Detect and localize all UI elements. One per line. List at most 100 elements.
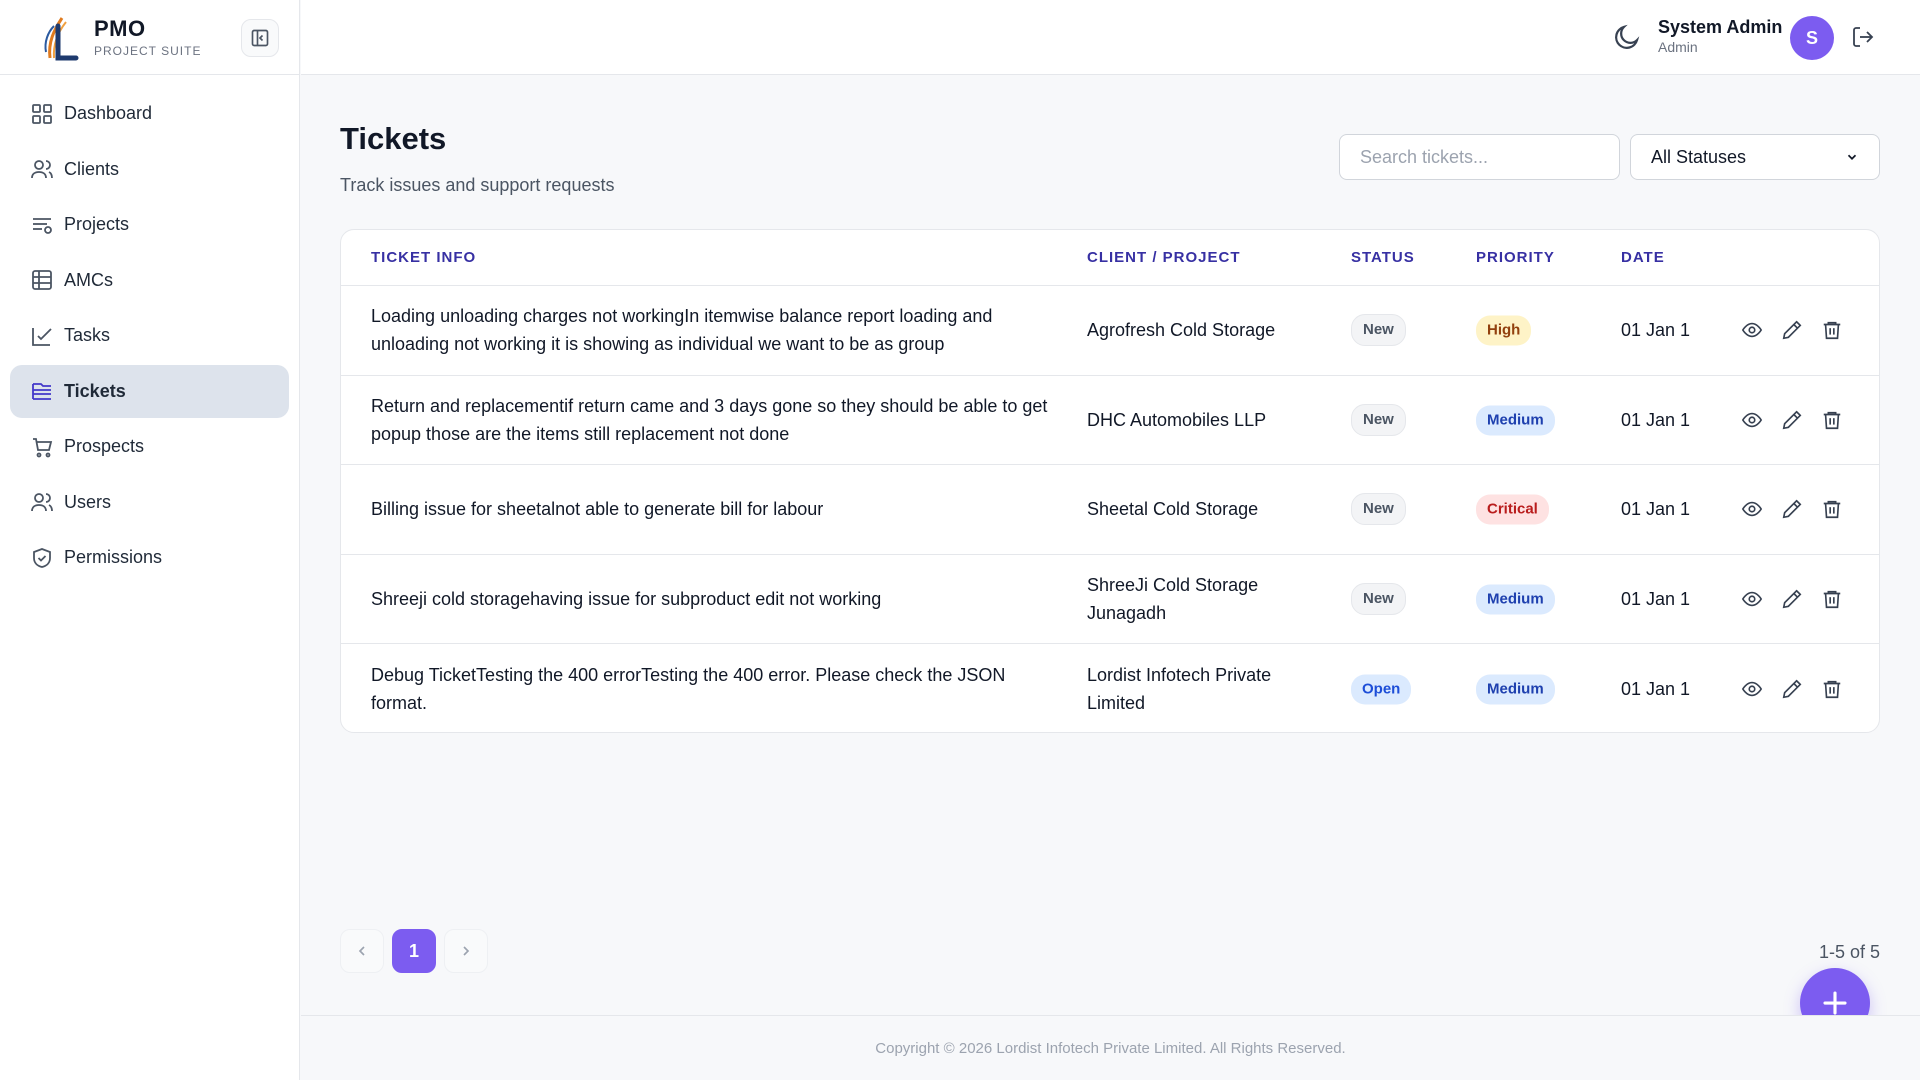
pencil-icon[interactable]: [1781, 319, 1803, 341]
status-filter-select[interactable]: All Statuses: [1630, 134, 1880, 180]
next-page-button[interactable]: [444, 929, 488, 973]
collapse-sidebar-button[interactable]: [241, 19, 279, 57]
status-badge: Open: [1351, 674, 1412, 705]
table-row[interactable]: Loading unloading charges not workingIn …: [341, 286, 1879, 376]
sidebar-item-dashboard[interactable]: Dashboard: [10, 87, 289, 140]
ticket-info: Billing issue for sheetalnot able to gen…: [371, 499, 824, 520]
page-button-current[interactable]: 1: [392, 929, 436, 973]
status-badge: New: [1351, 493, 1406, 526]
user-name: System Admin: [1658, 17, 1783, 37]
status-badge: New: [1351, 583, 1406, 616]
avatar[interactable]: S: [1790, 16, 1834, 60]
sidebar-collapse-icon: [251, 29, 269, 47]
checkbox-icon: [32, 327, 52, 346]
row-actions: [1741, 678, 1843, 700]
table-row[interactable]: Shreeji cold storagehaving issue for sub…: [341, 555, 1879, 645]
ticket-client: ShreeJi Cold Storage Junagadh: [1087, 575, 1259, 624]
row-actions: [1741, 498, 1843, 520]
eye-icon[interactable]: [1741, 678, 1763, 700]
sidebar-item-permissions[interactable]: Permissions: [10, 531, 289, 584]
eye-icon[interactable]: [1741, 319, 1763, 341]
priority-badge: Medium: [1476, 405, 1555, 436]
ticket-client: Lordist Infotech Private Limited: [1087, 665, 1272, 714]
sidebar-item-tasks[interactable]: Tasks: [10, 309, 289, 362]
table-row[interactable]: Billing issue for sheetalnot able to gen…: [341, 465, 1879, 555]
shield-check-icon: [33, 547, 51, 568]
eye-icon[interactable]: [1741, 409, 1763, 431]
trash-icon[interactable]: [1821, 498, 1843, 520]
row-actions: [1741, 409, 1843, 431]
priority-badge: High: [1476, 315, 1532, 346]
table-header: TICKET INFO CLIENT / PROJECT STATUS PRIO…: [341, 230, 1879, 286]
sidebar-item-label: Users: [64, 491, 112, 512]
search-input[interactable]: [1339, 134, 1620, 180]
sidebar-item-label: Projects: [64, 214, 130, 234]
sidebar-item-label: Tasks: [64, 325, 111, 345]
topbar: System Admin Admin S: [301, 0, 1920, 75]
footer: Copyright © 2026 Lordist Infotech Privat…: [301, 1015, 1920, 1080]
trash-icon[interactable]: [1821, 409, 1843, 431]
trash-icon[interactable]: [1821, 588, 1843, 610]
table-row[interactable]: Return and replacementif return came and…: [341, 376, 1879, 466]
ticket-info: Loading unloading charges not workingIn …: [371, 306, 993, 355]
row-actions: [1741, 319, 1843, 341]
sidebar-item-prospects[interactable]: Prospects: [10, 420, 289, 473]
brand-title: PMO: [94, 16, 146, 41]
eye-icon[interactable]: [1741, 498, 1763, 520]
logout-icon[interactable]: [1851, 25, 1875, 49]
logo: [44, 17, 79, 61]
sidebar-item-label: Tickets: [64, 380, 126, 401]
sidebar-item-label: AMCs: [64, 269, 113, 290]
ticket-date: 01 Jan 1: [1621, 409, 1691, 430]
copyright-text: Copyright © 2026 Lordist Infotech Privat…: [875, 1039, 1346, 1057]
brand-subtitle: PROJECT SUITE: [94, 44, 202, 58]
status-filter-value: All Statuses: [1651, 146, 1747, 167]
row-actions: [1741, 588, 1843, 610]
sidebar-item-label: Dashboard: [64, 103, 153, 123]
sidebar-item-tickets[interactable]: Tickets: [10, 364, 289, 418]
projects-list-icon: [33, 217, 52, 234]
chevron-right-icon: [463, 946, 470, 956]
users-icon: [31, 160, 53, 179]
table-row[interactable]: Debug TicketTesting the 400 errorTesting…: [341, 644, 1879, 732]
column-header-date[interactable]: DATE: [1621, 249, 1665, 266]
pencil-icon[interactable]: [1781, 678, 1803, 700]
column-header-client[interactable]: CLIENT / PROJECT: [1087, 249, 1241, 266]
user-info: System Admin Admin: [1658, 17, 1782, 55]
trash-icon[interactable]: [1821, 319, 1843, 341]
tickets-table: TICKET INFO CLIENT / PROJECT STATUS PRIO…: [340, 229, 1880, 733]
brand: PMO PROJECT SUITE: [0, 0, 299, 75]
chevron-down-icon: [1847, 154, 1857, 160]
trash-icon[interactable]: [1821, 678, 1843, 700]
sidebar-nav: Dashboard Clients Projects AMCs Tasks Ti…: [0, 75, 299, 599]
pagination-range: 1-5 of 5: [1818, 942, 1880, 962]
users-icon: [31, 493, 53, 512]
column-header-ticket-info[interactable]: TICKET INFO: [371, 249, 476, 266]
sidebar-item-clients[interactable]: Clients: [10, 143, 289, 196]
sidebar-item-amcs[interactable]: AMCs: [10, 254, 289, 307]
plus-icon: [1823, 991, 1847, 1015]
column-header-priority[interactable]: PRIORITY: [1476, 249, 1555, 266]
column-header-status[interactable]: STATUS: [1351, 249, 1415, 266]
sidebar-item-projects[interactable]: Projects: [10, 198, 289, 251]
sidebar-item-users[interactable]: Users: [10, 476, 289, 529]
ticket-date: 01 Jan 1: [1621, 320, 1691, 341]
prev-page-button[interactable]: [340, 929, 384, 973]
pencil-icon[interactable]: [1781, 588, 1803, 610]
ticket-client: DHC Automobiles LLP: [1087, 409, 1267, 430]
table-icon: [32, 270, 52, 290]
ticket-date: 01 Jan 1: [1621, 679, 1691, 700]
pencil-icon[interactable]: [1781, 409, 1803, 431]
eye-icon[interactable]: [1741, 588, 1763, 610]
sidebar-item-label: Prospects: [64, 436, 145, 456]
priority-badge: Medium: [1476, 584, 1555, 615]
user-role: Admin: [1658, 39, 1698, 55]
ticket-info: Debug TicketTesting the 400 errorTesting…: [371, 665, 1006, 714]
pencil-icon[interactable]: [1781, 498, 1803, 520]
dashboard-grid-icon: [32, 103, 52, 124]
moon-icon[interactable]: [1612, 22, 1642, 52]
sidebar-item-label: Clients: [64, 158, 120, 179]
status-badge: New: [1351, 403, 1406, 436]
ticket-date: 01 Jan 1: [1621, 589, 1691, 610]
ticket-client: Agrofresh Cold Storage: [1087, 320, 1276, 341]
